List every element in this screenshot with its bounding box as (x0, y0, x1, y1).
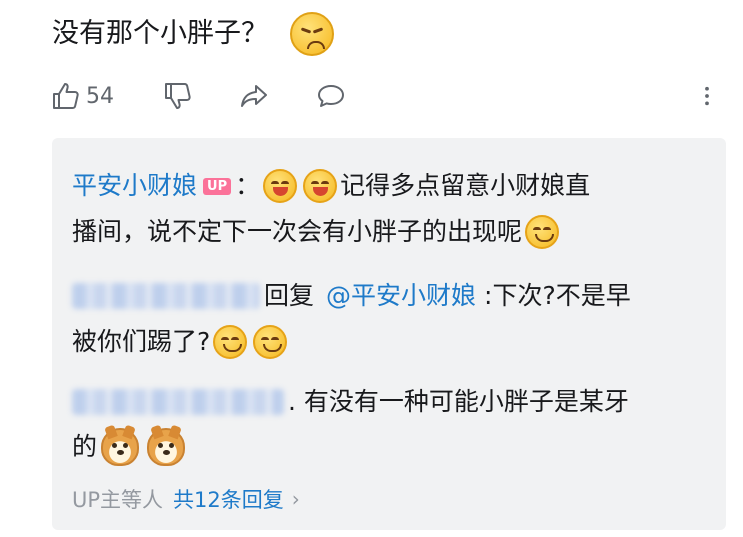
laughing-emoji-icon (303, 169, 338, 203)
action-bar: 54 (50, 78, 720, 114)
blurred-username[interactable] (72, 389, 284, 415)
reply-2-line-2: 被你们踢了? (72, 324, 290, 360)
share-button[interactable] (238, 80, 270, 112)
up-badge: UP (203, 177, 232, 195)
reply-text: :下次?不是早 (484, 281, 631, 310)
reply-text: 被你们踢了? (72, 327, 211, 356)
laughing-emoji-icon (263, 169, 298, 203)
dislike-button[interactable] (162, 80, 194, 112)
reply-text: 的 (72, 432, 98, 461)
reply-1-line-2: 播间，说不定下一次会有小胖子的出现呢 (72, 214, 562, 250)
grin-emoji-icon (213, 325, 248, 359)
like-count: 54 (86, 83, 114, 109)
reply-bubble-icon (318, 85, 344, 107)
share-icon (241, 85, 267, 107)
reply-button[interactable] (315, 80, 347, 112)
reply-text: 播间，说不定下一次会有小胖子的出现呢 (72, 217, 523, 246)
reply-text: 记得多点留意小财娘直 (340, 171, 591, 200)
grin-emoji-icon (253, 325, 288, 359)
like-button[interactable]: 54 (50, 80, 114, 112)
reply-3-line-2: 的 (72, 424, 189, 466)
reply-3-line-1: . 有没有一种可能小胖子是某牙 (72, 384, 629, 420)
doge-emoji-icon (147, 424, 186, 466)
reply-2-line-1: 回复 @平安小财娘 :下次?不是早 (72, 278, 631, 314)
reply-word: 回复 (264, 281, 315, 310)
more-vertical-icon (705, 86, 709, 106)
more-options-button[interactable] (694, 80, 720, 112)
more-replies-link[interactable]: 共12条回复 (173, 484, 284, 514)
reply-text: . 有没有一种可能小胖子是某牙 (288, 387, 629, 416)
comment-text: 没有那个小胖子？ (52, 12, 334, 56)
chevron-right-icon: › (291, 487, 300, 511)
thumbs-up-icon (53, 83, 79, 109)
separator: ： (235, 171, 261, 200)
comment-body: 没有那个小胖子？ (52, 18, 268, 49)
blurred-username[interactable] (72, 283, 260, 309)
reply-1-line-1: 平安小财娘 UP ： 记得多点留意小财娘直 (72, 168, 590, 204)
more-replies[interactable]: UP主等人 共12条回复 › (72, 484, 300, 514)
doge-emoji-icon (101, 424, 140, 466)
mention-link[interactable]: @平安小财娘 (326, 278, 476, 314)
more-replies-prefix: UP主等人 (72, 488, 164, 512)
reply-box: 平安小财娘 UP ： 记得多点留意小财娘直 播间，说不定下一次会有小胖子的出现呢… (52, 138, 726, 530)
reply-author-link[interactable]: 平安小财娘 (72, 168, 197, 204)
grin-emoji-icon (525, 215, 560, 249)
annoyed-face-emoji-icon (290, 12, 334, 56)
thumbs-down-icon (165, 83, 191, 109)
